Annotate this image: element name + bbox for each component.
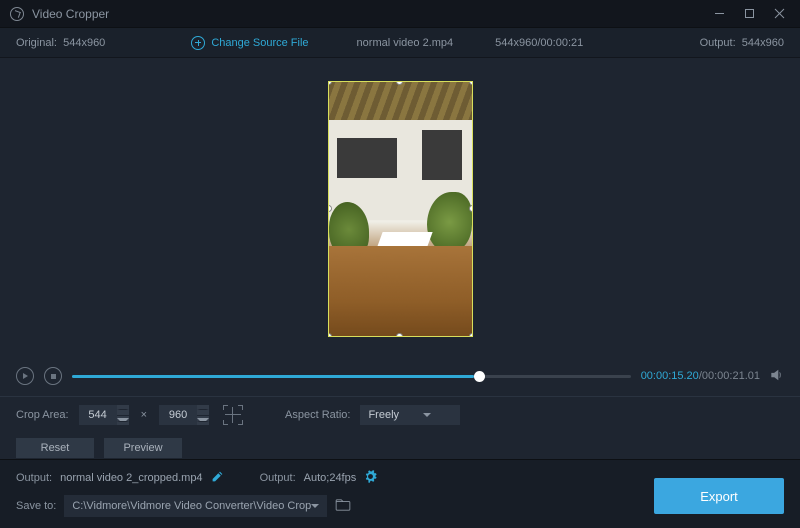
output-label: Output: (700, 37, 736, 49)
bottom-bar: Output: normal video 2_cropped.mp4 Outpu… (0, 459, 800, 528)
change-source-label: Change Source File (211, 37, 308, 49)
open-folder-button[interactable] (335, 499, 351, 514)
seek-fill (72, 375, 474, 378)
preview-button[interactable]: Preview (104, 438, 182, 458)
duration: 00:00:21.01 (702, 370, 760, 382)
play-button[interactable] (16, 367, 34, 385)
original-dims-label: Original: 544x960 (16, 37, 105, 49)
crop-width-down[interactable] (117, 416, 129, 426)
output-dims-label: Output: 544x960 (700, 37, 784, 49)
window-controls (704, 0, 794, 28)
crop-width-up[interactable] (117, 405, 129, 416)
current-time: 00:00:15.20 (641, 370, 699, 382)
aspect-ratio-dropdown[interactable]: Freely (360, 405, 460, 425)
crop-frame[interactable] (328, 81, 473, 337)
crop-handle-right[interactable] (469, 205, 473, 212)
stop-button[interactable] (44, 367, 62, 385)
crop-area-label: Crop Area: (16, 409, 69, 421)
multiply-symbol: × (141, 409, 147, 421)
edit-filename-button[interactable] (211, 470, 224, 486)
chevron-down-icon (117, 418, 129, 422)
minimize-button[interactable] (704, 0, 734, 28)
crop-handle-bottom-right[interactable] (469, 333, 473, 337)
titlebar: Video Cropper (0, 0, 800, 28)
output-file-label: Output: (16, 472, 52, 484)
aspect-ratio-value: Freely (368, 409, 399, 421)
video-content (328, 246, 473, 337)
export-button[interactable]: Export (654, 478, 784, 514)
seek-slider[interactable] (72, 369, 631, 383)
save-to-dropdown[interactable]: C:\Vidmore\Vidmore Video Converter\Video… (64, 495, 327, 517)
video-content (329, 82, 472, 120)
chevron-up-icon (197, 409, 209, 410)
plus-circle-icon (191, 36, 205, 50)
app-icon (10, 7, 24, 21)
source-filename: normal video 2.mp4 (357, 37, 454, 49)
original-label: Original: (16, 37, 57, 49)
output-settings-button[interactable] (364, 470, 377, 486)
output-format-value: Auto;24fps (304, 472, 357, 484)
crop-height-input[interactable] (159, 405, 197, 425)
crop-handle-bottom-left[interactable] (328, 333, 332, 337)
crop-settings: Crop Area: × Aspect Ratio: Freely (0, 397, 800, 433)
seek-thumb[interactable] (474, 371, 485, 382)
close-button[interactable] (764, 0, 794, 28)
crop-width-input[interactable] (79, 405, 117, 425)
reset-button[interactable]: Reset (16, 438, 94, 458)
chevron-down-icon (423, 413, 431, 417)
original-dims: 544x960 (63, 37, 105, 49)
play-icon (23, 373, 28, 379)
app-title: Video Cropper (32, 7, 109, 21)
crop-width-stepper[interactable] (79, 405, 129, 425)
change-source-button[interactable]: Change Source File (191, 36, 308, 50)
chevron-down-icon (197, 418, 209, 422)
crop-height-stepper[interactable] (159, 405, 209, 425)
output-dims: 544x960 (742, 37, 784, 49)
save-to-label: Save to: (16, 500, 56, 512)
output-format-label: Output: (260, 472, 296, 484)
crop-height-up[interactable] (197, 405, 209, 416)
crop-handle-bottom[interactable] (396, 333, 403, 337)
info-bar: Original: 544x960 Change Source File nor… (0, 28, 800, 58)
chevron-up-icon (117, 409, 129, 410)
playback-bar: 00:00:15.20/00:00:21.01 (0, 360, 800, 392)
chevron-down-icon (311, 504, 319, 508)
volume-button[interactable] (770, 368, 784, 385)
source-dims-time: 544x960/00:00:21 (495, 37, 583, 49)
video-canvas[interactable] (0, 58, 800, 360)
video-content (427, 192, 472, 252)
center-crop-button[interactable] (223, 405, 243, 425)
output-filename: normal video 2_cropped.mp4 (60, 472, 202, 484)
crop-handle-left[interactable] (328, 205, 332, 212)
seek-track (72, 375, 631, 378)
timecodes: 00:00:15.20/00:00:21.01 (641, 370, 760, 382)
stop-icon (51, 374, 56, 379)
crop-height-down[interactable] (197, 416, 209, 426)
save-to-path: C:\Vidmore\Vidmore Video Converter\Video… (72, 500, 311, 512)
aspect-ratio-label: Aspect Ratio: (285, 409, 350, 421)
maximize-button[interactable] (734, 0, 764, 28)
